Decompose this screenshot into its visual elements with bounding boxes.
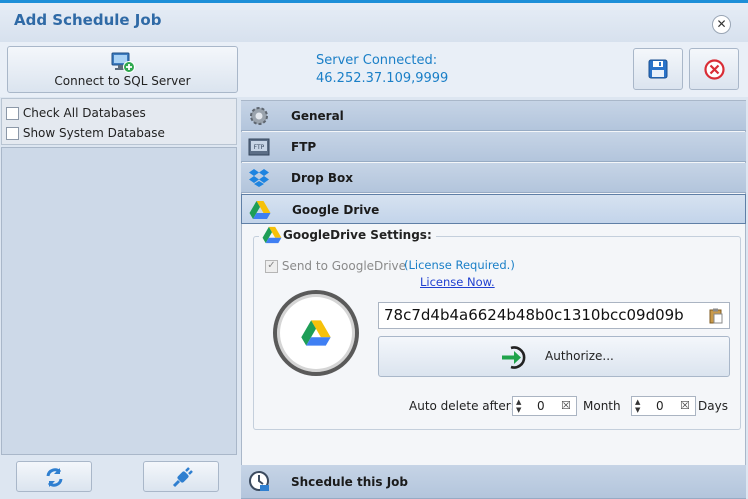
google-drive-token-field[interactable]: 78c7d4b4a6624b48b0c1310bcc09d09b: [378, 302, 730, 329]
server-status-label: Server Connected:: [316, 53, 438, 68]
accordion-ftp[interactable]: FTP FTP: [241, 132, 746, 162]
accordion-schedule-label: Shcedule this Job: [291, 475, 409, 489]
connect-sql-server-button[interactable]: Connect to SQL Server: [7, 46, 238, 93]
save-icon: [648, 59, 668, 79]
authorize-icon: [502, 346, 526, 369]
close-icon: ✕: [716, 17, 727, 31]
auto-delete-months-stepper[interactable]: ▲ ▼ 0 ☒: [512, 396, 577, 416]
accordion-dropbox-label: Drop Box: [291, 171, 354, 185]
google-drive-settings-title: GoogleDrive Settings:: [259, 226, 436, 244]
send-to-google-drive-option[interactable]: ✓ Send to GoogleDrive: [265, 259, 406, 273]
google-drive-large-icon: [301, 320, 331, 346]
show-system-label: Show System Database: [22, 126, 165, 140]
accordion-schedule[interactable]: Shcedule this Job: [241, 465, 746, 499]
schedule-clock-icon: [249, 471, 269, 491]
plug-icon: [172, 467, 193, 488]
clear-icon[interactable]: ☒: [561, 399, 571, 412]
database-connect-button[interactable]: [143, 461, 219, 492]
authorize-button[interactable]: Authorize...: [378, 336, 730, 377]
close-window-button[interactable]: ✕: [712, 15, 731, 34]
check-all-checkbox[interactable]: [6, 107, 19, 120]
check-all-databases-option[interactable]: Check All Databases: [6, 104, 146, 122]
server-connect-icon: [111, 52, 135, 73]
token-value: 78c7d4b4a6624b48b0c1310bcc09d09b: [384, 306, 684, 324]
window-title: Add Schedule Job: [14, 11, 162, 29]
license-required-note: (License Required.): [404, 258, 515, 272]
gd-title-text: GoogleDrive Settings:: [283, 228, 432, 242]
accordion-ftp-label: FTP: [291, 140, 317, 154]
stepper-arrows-icon[interactable]: ▲ ▼: [516, 398, 521, 414]
clipboard-icon[interactable]: [709, 308, 723, 324]
ftp-icon: FTP: [248, 138, 270, 156]
google-drive-icon: [249, 201, 271, 219]
connect-button-label: Connect to SQL Server: [54, 74, 191, 88]
show-system-database-option[interactable]: Show System Database: [6, 124, 165, 142]
months-unit-label: Month: [583, 399, 621, 413]
save-button[interactable]: [633, 48, 683, 90]
months-value: 0: [537, 399, 545, 413]
gear-icon: [250, 107, 268, 125]
auto-delete-label: Auto delete after:: [409, 399, 515, 413]
ftp-icon-text: FTP: [254, 144, 265, 151]
accordion-google-drive-label: Google Drive: [292, 203, 380, 217]
google-drive-small-icon: [262, 226, 282, 244]
google-drive-logo: [273, 290, 359, 376]
send-to-google-drive-label: Send to GoogleDrive: [281, 259, 407, 273]
refresh-icon: [46, 468, 63, 487]
accordion-dropbox[interactable]: Drop Box: [241, 163, 746, 193]
stepper-arrows-icon[interactable]: ▲ ▼: [635, 398, 640, 414]
clear-icon[interactable]: ☒: [680, 399, 690, 412]
send-to-google-drive-checkbox[interactable]: ✓: [265, 260, 278, 273]
cancel-icon: [704, 59, 725, 80]
accordion-general[interactable]: General: [241, 101, 746, 131]
days-value: 0: [656, 399, 664, 413]
cancel-button[interactable]: [689, 48, 739, 90]
dropbox-icon: [249, 169, 269, 187]
authorize-label: Authorize...: [545, 349, 614, 363]
server-address: 46.252.37.109,9999: [316, 71, 449, 86]
check-all-label: Check All Databases: [22, 106, 146, 120]
refresh-button[interactable]: [16, 461, 92, 492]
show-system-checkbox[interactable]: [6, 127, 19, 140]
accordion-google-drive[interactable]: Google Drive: [241, 194, 746, 224]
accordion-general-label: General: [291, 109, 344, 123]
license-now-link[interactable]: License Now.: [420, 275, 495, 289]
days-unit-label: Days: [698, 399, 728, 413]
database-list[interactable]: [1, 147, 237, 455]
auto-delete-days-stepper[interactable]: ▲ ▼ 0 ☒: [631, 396, 696, 416]
